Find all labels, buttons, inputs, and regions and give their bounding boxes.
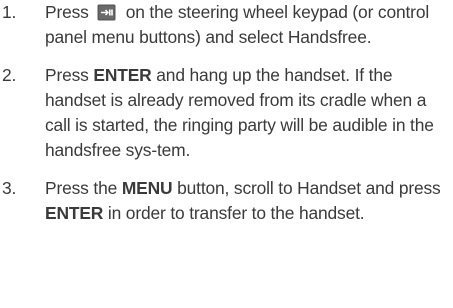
menu-key-label: MENU [121, 178, 173, 198]
step-text: Press on the steering wheel keypad (or co… [45, 0, 449, 50]
step-text-part: button, scroll to Handset and press [177, 178, 441, 198]
step-number: 2. [2, 65, 17, 85]
step-text: Press the MENU button, scroll to Handset… [45, 176, 449, 226]
step-text-part: Press the [45, 178, 118, 198]
step-number: 1. [2, 2, 17, 22]
step-2: 2. Press ENTER and hang up the handset. … [0, 63, 453, 163]
enter-key-label: ENTER [45, 203, 104, 223]
phone-menu-key-icon [97, 4, 116, 21]
step-text-part: in order to transfer to the handset. [107, 203, 365, 223]
step-text-part: Press [45, 65, 89, 85]
step-text: Press ENTER and hang up the handset. If … [45, 63, 449, 163]
enter-key-label: ENTER [93, 65, 152, 85]
step-1: 1. Press on the steering wheel keypad (or… [0, 0, 453, 50]
step-number: 3. [2, 178, 17, 198]
step-text-part: Press [45, 2, 89, 22]
step-3: 3. Press the MENU button, scroll to Hand… [0, 176, 453, 226]
instruction-steps: 1. Press on the steering wheel keypad (or… [0, 0, 453, 226]
